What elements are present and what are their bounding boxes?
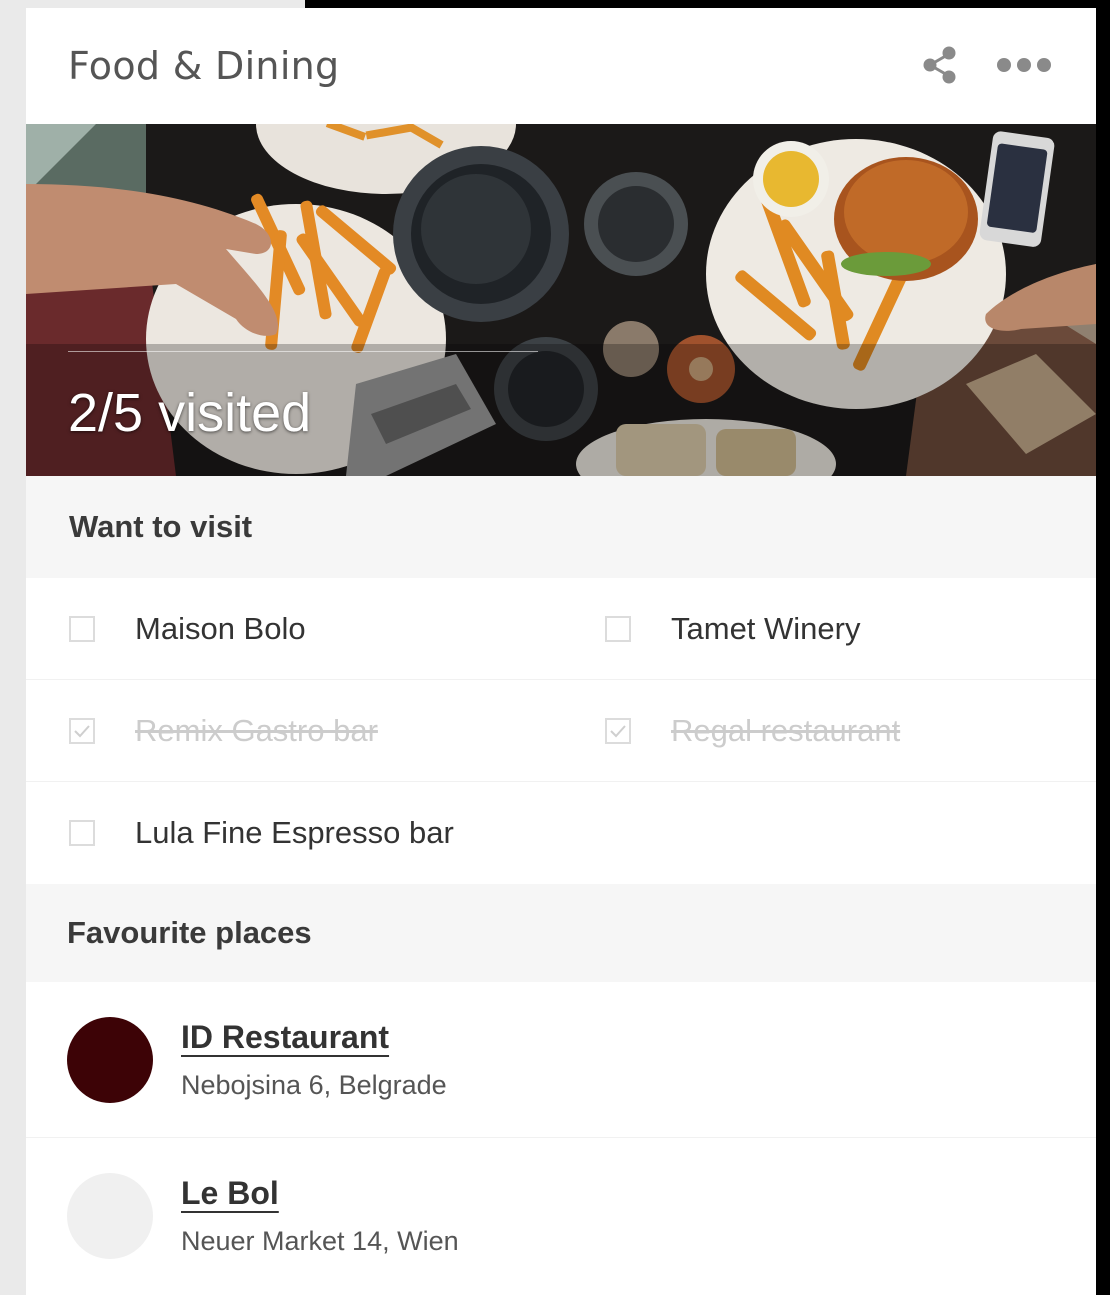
checkbox-checked[interactable] [69,717,95,744]
list-item-label: Maison Bolo [135,610,306,646]
background-left [0,0,26,1295]
place-address: Nebojsina 6, Belgrade [181,1069,447,1100]
check-row: Remix Gastro bar Regal restaurant [26,680,1096,782]
card-title: Food & Dining [68,44,340,88]
avatar [67,1173,153,1259]
checkbox[interactable] [69,615,95,642]
checkmark-icon [74,724,90,737]
list-item-maison-bolo[interactable]: Maison Bolo [26,578,562,679]
more-horizontal-icon[interactable] [996,56,1052,79]
list-item-label: Regal restaurant [671,712,901,748]
avatar [67,1016,153,1103]
favourite-places-heading: Favourite places [26,884,1096,982]
place-item: ID Restaurant Nebojsina 6, Belgrade [26,982,1096,1138]
place-address: Neuer Market 14, Wien [181,1226,459,1256]
favourite-places-list: ID Restaurant Nebojsina 6, Belgrade Le B… [26,982,1096,1294]
list-item-remix-gastro-bar[interactable]: Remix Gastro bar [26,680,562,781]
hero-divider [68,351,538,352]
list-item-label: Lula Fine Espresso bar [135,815,454,850]
list-item-tamet-winery[interactable]: Tamet Winery [562,578,1096,679]
checkbox[interactable] [69,820,95,846]
visited-progress: 2/5 visited [68,383,312,443]
list-card: Food & Dining 2/5 visited Want to visit … [26,8,1096,1295]
want-to-visit-heading: Want to visit [26,476,1096,578]
checkmark-icon [610,724,626,737]
card-header: Food & Dining [26,8,1096,124]
checkbox[interactable] [605,615,631,642]
list-item-lula-fine-espresso-bar[interactable]: Lula Fine Espresso bar [26,782,826,884]
list-item-label: Remix Gastro bar [135,712,378,748]
place-item: Le Bol Neuer Market 14, Wien [26,1138,1096,1294]
share-icon[interactable] [922,46,958,89]
check-row: Maison Bolo Tamet Winery [26,578,1096,680]
want-to-visit-list: Maison Bolo Tamet Winery Remix Gastro ba… [26,578,1096,884]
place-text: ID Restaurant Nebojsina 6, Belgrade [181,1019,447,1101]
header-actions [922,46,1052,89]
check-row: Lula Fine Espresso bar [26,782,1096,884]
list-item-label: Tamet Winery [671,610,861,646]
place-name-link[interactable]: ID Restaurant [181,1019,389,1056]
place-text: Le Bol Neuer Market 14, Wien [181,1175,459,1257]
list-item-regal-restaurant[interactable]: Regal restaurant [562,680,1096,781]
checkbox-checked[interactable] [605,717,631,744]
place-name-link[interactable]: Le Bol [181,1175,279,1212]
hero-image: 2/5 visited [26,124,1096,476]
